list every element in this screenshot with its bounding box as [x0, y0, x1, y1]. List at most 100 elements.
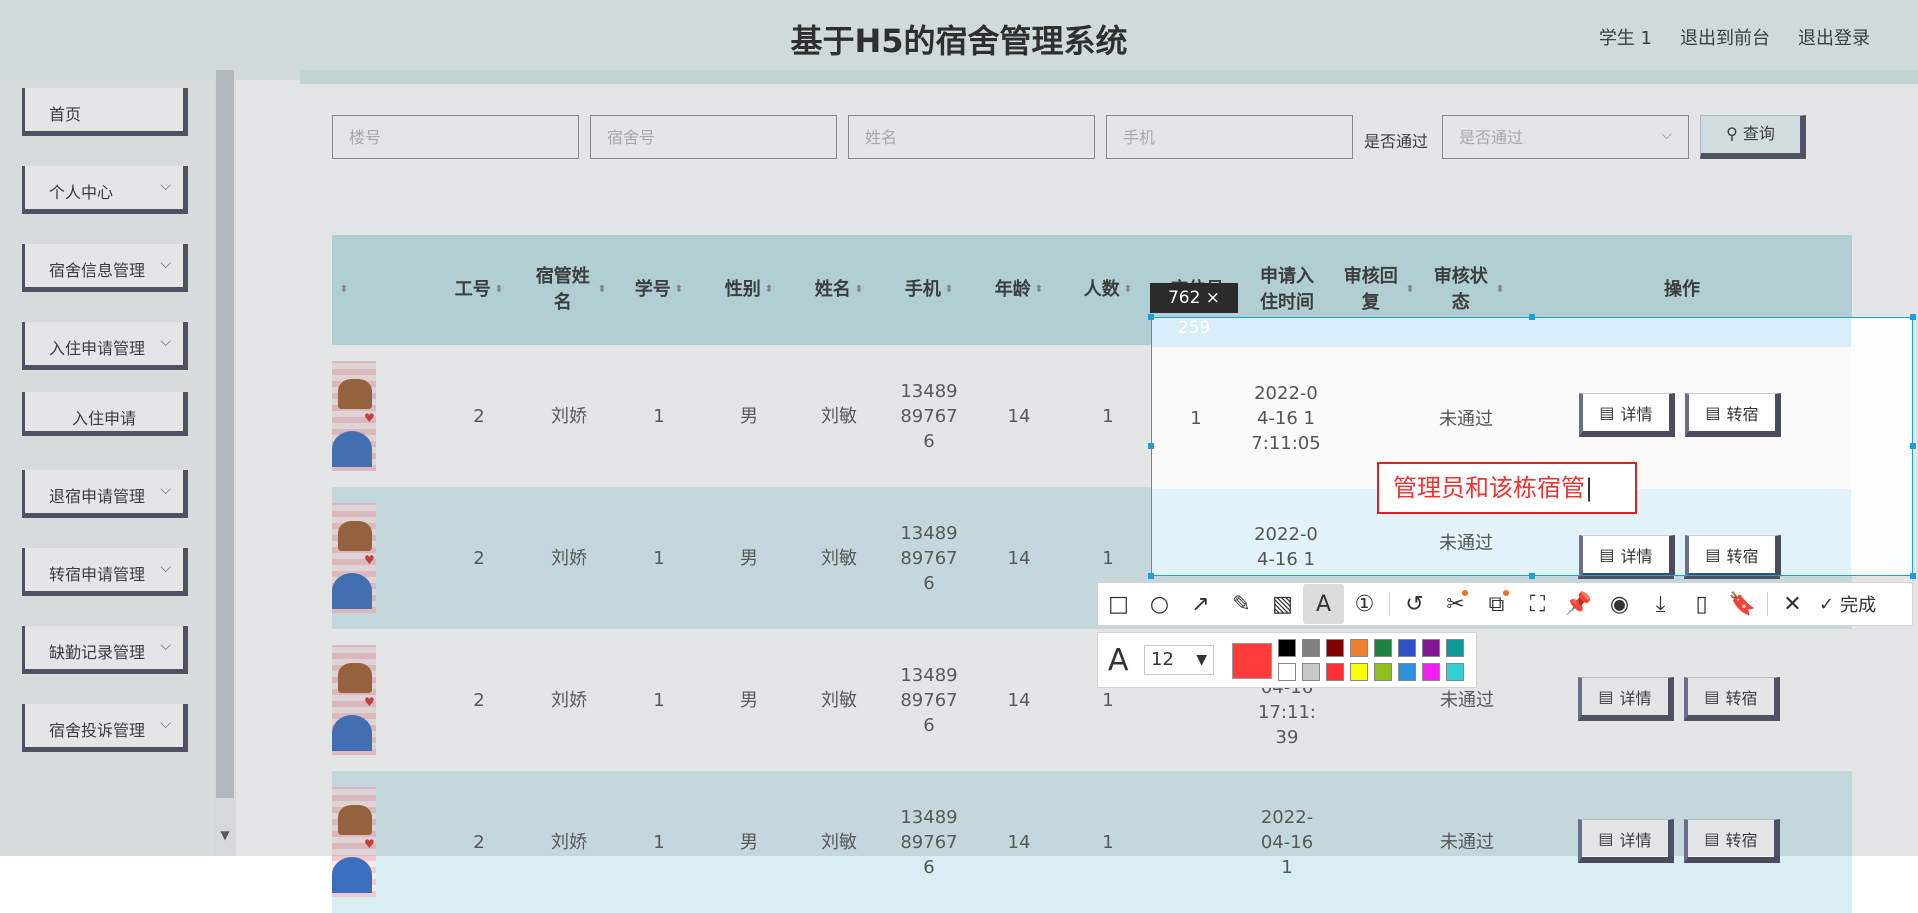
- user-link[interactable]: 学生 1: [1599, 24, 1652, 50]
- color-swatch[interactable]: [1422, 663, 1440, 681]
- ellipse-icon[interactable]: ○: [1139, 584, 1180, 624]
- scissors-icon[interactable]: ✂: [1435, 584, 1476, 624]
- column-header-student-no[interactable]: 学号 ⬍: [614, 235, 704, 345]
- text-tool-icon[interactable]: A: [1303, 584, 1344, 624]
- rectangle-icon[interactable]: □: [1098, 584, 1139, 624]
- room-input[interactable]: [591, 116, 836, 158]
- column-header-phone[interactable]: 手机 ⬍: [884, 235, 974, 345]
- building-input[interactable]: [333, 116, 578, 158]
- sort-icon[interactable]: ⬍: [332, 235, 352, 345]
- table-cell-reply: [1332, 771, 1422, 913]
- detail-button[interactable]: ▤ 详情: [1578, 819, 1674, 863]
- color-swatch[interactable]: [1326, 639, 1344, 657]
- sort-icon[interactable]: ⬍: [1406, 277, 1414, 303]
- download-icon[interactable]: ⤓: [1640, 584, 1681, 624]
- pin-icon[interactable]: 📌: [1558, 584, 1599, 624]
- resize-handle[interactable]: [1910, 443, 1916, 449]
- annotation-text-input[interactable]: 管理员和该栋宿管|: [1377, 462, 1637, 514]
- color-swatch[interactable]: [1302, 663, 1320, 681]
- sort-icon[interactable]: ⬍: [1124, 277, 1132, 303]
- sidebar-item[interactable]: 宿舍投诉管理 ⌵: [22, 704, 188, 752]
- resize-handle[interactable]: [1910, 573, 1916, 579]
- color-swatch[interactable]: [1446, 663, 1464, 681]
- transfer-button[interactable]: ▤ 转宿: [1684, 819, 1780, 863]
- column-header-label: 工号: [454, 279, 491, 300]
- color-swatch[interactable]: [1278, 639, 1296, 657]
- column-header-gender[interactable]: 性别 ⬍: [704, 235, 794, 345]
- undo-icon[interactable]: ↺: [1394, 584, 1435, 624]
- sort-icon[interactable]: ⬍: [1496, 277, 1504, 303]
- color-swatch[interactable]: [1398, 663, 1416, 681]
- color-swatch[interactable]: [1422, 639, 1440, 657]
- column-header-job-no[interactable]: 工号 ⬍: [434, 235, 524, 345]
- ocr-icon[interactable]: ⛶: [1517, 584, 1558, 624]
- current-color-swatch[interactable]: [1232, 643, 1272, 679]
- sort-icon[interactable]: ⬍: [855, 277, 863, 303]
- table-cell-value: 刘娇: [551, 405, 587, 427]
- phone-icon[interactable]: ▯: [1681, 584, 1722, 624]
- sort-icon[interactable]: ⬍: [495, 277, 503, 303]
- search-button[interactable]: ⚲ 查询: [1700, 115, 1806, 159]
- column-header-age[interactable]: 年龄 ⬍: [974, 235, 1064, 345]
- column-header-label: 宿管姓名: [535, 266, 590, 313]
- sort-icon[interactable]: ⬍: [945, 277, 953, 303]
- sidebar-item[interactable]: 转宿申请管理 ⌵: [22, 548, 188, 596]
- document-icon: ▤: [1704, 687, 1720, 706]
- back-to-front-link[interactable]: 退出到前台: [1680, 24, 1770, 50]
- resize-handle[interactable]: [1529, 573, 1535, 579]
- color-swatch[interactable]: [1302, 639, 1320, 657]
- passed-select[interactable]: ⌵: [1442, 115, 1689, 159]
- color-swatch[interactable]: [1278, 663, 1296, 681]
- translate-icon[interactable]: ⧉: [1476, 584, 1517, 624]
- document-icon: ▤: [1598, 829, 1614, 848]
- sidebar-item[interactable]: 入住申请管理 ⌵: [22, 322, 188, 370]
- sidebar-item[interactable]: 首页: [22, 88, 188, 136]
- content-top-band: [300, 70, 1918, 84]
- chevron-down-icon: ⌵: [160, 716, 171, 732]
- sidebar-item[interactable]: 个人中心 ⌵: [22, 166, 188, 214]
- color-swatch[interactable]: [1350, 639, 1368, 657]
- record-icon[interactable]: ◉: [1599, 584, 1640, 624]
- detail-button[interactable]: ▤ 详情: [1578, 677, 1674, 721]
- scroll-down-arrow-icon[interactable]: ▼: [216, 828, 234, 842]
- sidebar-item[interactable]: 缺勤记录管理 ⌵: [22, 626, 188, 674]
- mosaic-icon[interactable]: ▧: [1262, 584, 1303, 624]
- color-swatch[interactable]: [1446, 639, 1464, 657]
- column-header-name[interactable]: 姓名 ⬍: [794, 235, 884, 345]
- pencil-icon[interactable]: ✎: [1221, 584, 1262, 624]
- resize-handle[interactable]: [1148, 573, 1154, 579]
- logout-link[interactable]: 退出登录: [1798, 24, 1870, 50]
- close-icon[interactable]: ✕: [1772, 584, 1813, 624]
- resize-handle[interactable]: [1529, 314, 1535, 320]
- sidebar-item[interactable]: 宿舍信息管理 ⌵: [22, 244, 188, 292]
- table-cell-age: 14: [974, 487, 1064, 629]
- bookmark-icon[interactable]: 🔖: [1722, 584, 1763, 624]
- phone-input[interactable]: [1107, 116, 1352, 158]
- done-button[interactable]: ✓ 完成: [1819, 591, 1876, 617]
- sidebar-scroll-thumb[interactable]: [216, 70, 234, 798]
- sort-icon[interactable]: ⬍: [598, 277, 606, 303]
- resize-handle[interactable]: [1148, 314, 1154, 320]
- column-header-manager-name[interactable]: 宿管姓名 ⬍: [524, 235, 614, 345]
- color-swatch[interactable]: [1374, 663, 1392, 681]
- resize-handle[interactable]: [1910, 314, 1916, 320]
- color-swatch[interactable]: [1398, 639, 1416, 657]
- table-cell-value: 14: [1007, 547, 1031, 569]
- color-swatch[interactable]: [1374, 639, 1392, 657]
- sort-icon[interactable]: ⬍: [1035, 277, 1043, 303]
- transfer-button[interactable]: ▤ 转宿: [1684, 677, 1780, 721]
- name-input[interactable]: [849, 116, 1094, 158]
- number-marker-icon[interactable]: ①: [1344, 584, 1385, 624]
- sort-icon[interactable]: ⬍: [765, 277, 773, 303]
- resize-handle[interactable]: [1148, 443, 1154, 449]
- passed-select-input[interactable]: [1443, 116, 1688, 158]
- selection-size-label: 762 × 259: [1150, 283, 1238, 338]
- sidebar-item[interactable]: 入住申请: [22, 392, 188, 436]
- font-size-select[interactable]: 12 ▼: [1144, 645, 1214, 675]
- sidebar-item[interactable]: 退宿申请管理 ⌵: [22, 470, 188, 518]
- column-header-count[interactable]: 人数 ⬍: [1064, 235, 1152, 345]
- color-swatch[interactable]: [1326, 663, 1344, 681]
- sort-icon[interactable]: ⬍: [675, 277, 683, 303]
- arrow-icon[interactable]: ↗: [1180, 584, 1221, 624]
- color-swatch[interactable]: [1350, 663, 1368, 681]
